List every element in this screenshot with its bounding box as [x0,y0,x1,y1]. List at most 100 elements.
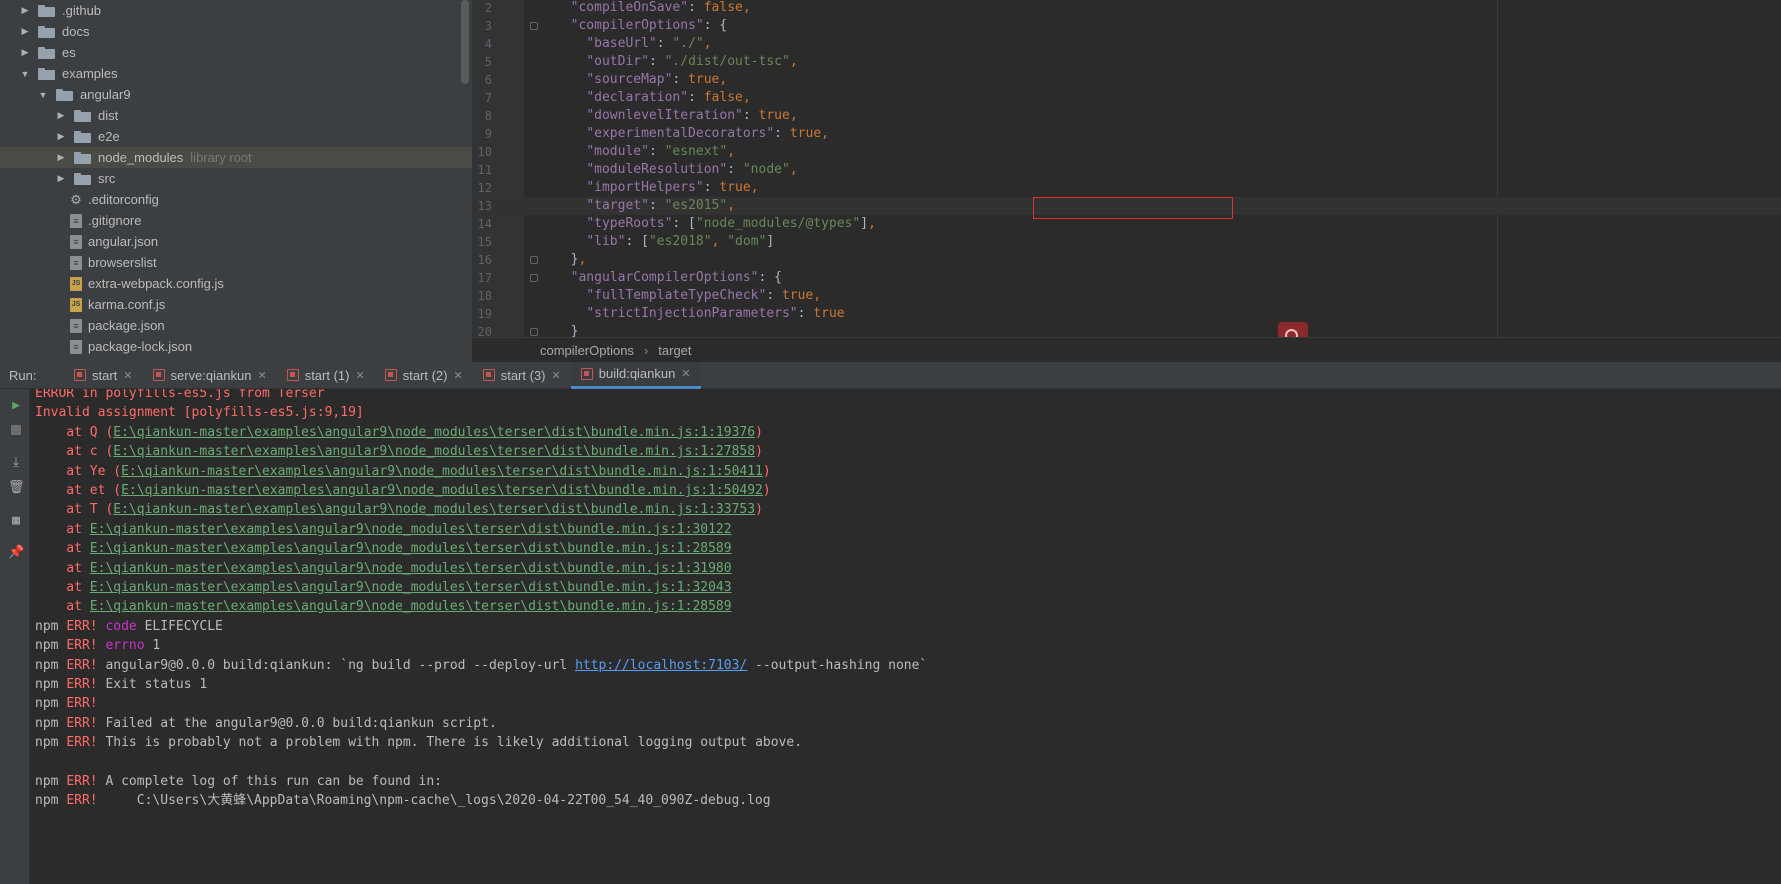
code-line[interactable]: 16 }, [472,251,1781,269]
tree-item[interactable]: ⚙ .editorconfig [0,189,472,210]
tree-item[interactable]: ≡ angular.json [0,231,472,252]
code-line[interactable]: 7 "declaration": false, [472,89,1781,107]
tree-item[interactable]: JS extra-webpack.config.js [0,273,472,294]
code-line[interactable]: 6 "sourceMap": true, [472,71,1781,89]
chevron-right-icon[interactable]: ▶ [54,173,68,184]
line-number: 17 [477,271,492,285]
code-line[interactable]: 4 "baseUrl": "./", [472,35,1781,53]
npm-icon [74,369,86,381]
run-tab[interactable]: start (2) ✕ [375,362,473,389]
code-line[interactable]: 8 "downlevelIteration": true, [472,107,1781,125]
tree-item[interactable]: ▶ node_modules library root [0,147,472,168]
close-icon[interactable]: ✕ [681,367,690,380]
close-icon[interactable]: ✕ [454,369,463,382]
run-tab[interactable]: build:qiankun ✕ [570,361,701,389]
code-text: "baseUrl": "./", [586,36,712,51]
library-root-hint: library root [190,150,252,165]
code-line[interactable]: 5 "outDir": "./dist/out-tsc", [472,53,1781,71]
code-text: "moduleResolution": "node", [586,162,798,177]
tree-item[interactable]: ▼ examples [0,63,472,84]
chevron-right-icon[interactable]: ▶ [18,5,32,16]
folder-icon [74,151,91,164]
chevron-right-icon[interactable]: ▶ [18,26,32,37]
code-line[interactable]: 10 "module": "esnext", [472,143,1781,161]
run-tab-label: start (1) [304,367,350,383]
code-line[interactable]: 17 "angularCompilerOptions": { [472,269,1781,287]
folder-icon [38,25,55,38]
tree-item[interactable]: ≡ package.json [0,315,472,336]
tree-item[interactable]: ▶ dist [0,105,472,126]
code-line[interactable]: 15 "lib": ["es2018", "dom"] [472,233,1781,251]
stop-icon[interactable] [8,424,24,440]
fold-marker-icon[interactable] [530,328,538,336]
layout-icon[interactable]: ▦ [8,513,24,529]
code-line[interactable]: 19 "strictInjectionParameters": true [472,305,1781,323]
code-editor[interactable]: 2 "compileOnSave": false, 3 "compilerOpti… [472,0,1781,337]
tree-item[interactable]: ▶ docs [0,21,472,42]
code-line[interactable]: 9 "experimentalDecorators": true, [472,125,1781,143]
chevron-right-icon[interactable]: ▶ [54,131,68,142]
line-number: 16 [477,253,492,267]
tree-item-label: .github [62,3,102,18]
chevron-right-icon[interactable]: ▶ [54,152,68,163]
scroll-to-end-icon[interactable]: ⤓ [8,455,24,471]
npm-icon [482,369,495,381]
line-number: 9 [484,127,492,141]
chevron-down-icon[interactable]: ▼ [36,90,50,100]
code-text: "target": "es2015", [586,198,736,213]
tree-item[interactable]: JS karma.conf.js [0,294,472,315]
tree-item[interactable]: ▶ src [0,168,472,189]
tree-item-label: src [98,171,116,186]
run-tab[interactable]: start (3) ✕ [473,362,571,389]
close-icon[interactable]: ✕ [123,369,132,382]
line-number: 12 [477,181,492,195]
code-line[interactable]: 18 "fullTemplateTypeCheck": true, [472,287,1781,305]
code-line[interactable]: 12 "importHelpers": true, [472,179,1781,197]
code-line[interactable]: 2 "compileOnSave": false, [472,0,1781,17]
fold-marker-icon[interactable] [530,274,538,282]
code-text: "importHelpers": true, [586,180,759,195]
js-file-icon: JS [70,276,82,291]
fold-marker-icon[interactable] [530,256,538,264]
tree-item[interactable]: ▶ e2e [0,126,472,147]
tree-item[interactable]: ▶ es [0,42,472,63]
run-tab-label: start (3) [500,367,546,383]
chevron-down-icon[interactable]: ▼ [18,69,32,79]
tree-item[interactable]: ≡ browserslist [0,252,472,273]
tree-item[interactable]: ▶ .github [0,0,472,21]
run-tab-label: start [92,367,118,383]
close-icon[interactable]: ✕ [552,369,561,382]
run-icon[interactable]: ▶ [8,398,24,414]
close-icon[interactable]: ✕ [257,369,266,382]
code-text: "sourceMap": true, [586,72,728,87]
folder-icon [38,46,55,59]
breadcrumb-item[interactable]: compilerOptions [540,343,634,358]
run-tab-label: build:qiankun [598,366,676,381]
tree-item-label: angular.json [88,234,159,249]
tree-item-label: es [62,45,76,60]
tree-scrollbar[interactable] [461,0,469,84]
trash-icon[interactable]: 🗑 [8,480,25,496]
close-icon[interactable]: ✕ [355,369,364,382]
tree-item[interactable]: ≡ package-lock.json [0,336,472,357]
breadcrumb-item[interactable]: target [658,343,691,358]
run-tab[interactable]: start (1) ✕ [277,362,375,389]
run-tab[interactable]: serve:qiankun ✕ [143,362,277,389]
code-line[interactable]: 20 } [472,323,1781,337]
fold-marker-icon[interactable] [530,22,538,30]
code-text: }, [570,252,587,267]
tree-item-label: dist [98,108,119,123]
run-tab[interactable]: start ✕ [64,362,143,389]
tree-item[interactable]: ▼ angular9 [0,84,472,105]
chevron-right-icon[interactable]: ▶ [18,47,32,58]
project-tree: ▶ .github ▶ docs ▶ es ▼ examples ▼ angular9 ▶ dist ▶… [0,0,472,362]
code-line[interactable]: 11 "moduleResolution": "node", [472,161,1781,179]
line-number: 20 [477,325,492,337]
pin-icon[interactable]: 📌 [8,545,24,561]
tree-item-label: package.json [88,318,165,333]
tree-item[interactable]: ≡ .gitignore [0,210,472,231]
console-output[interactable]: ERROR in polyfills-es5.js from Terser Inv… [30,389,1781,884]
code-line[interactable]: 3 "compilerOptions": { [472,17,1781,35]
line-number: 5 [484,55,492,69]
chevron-right-icon[interactable]: ▶ [54,110,68,121]
